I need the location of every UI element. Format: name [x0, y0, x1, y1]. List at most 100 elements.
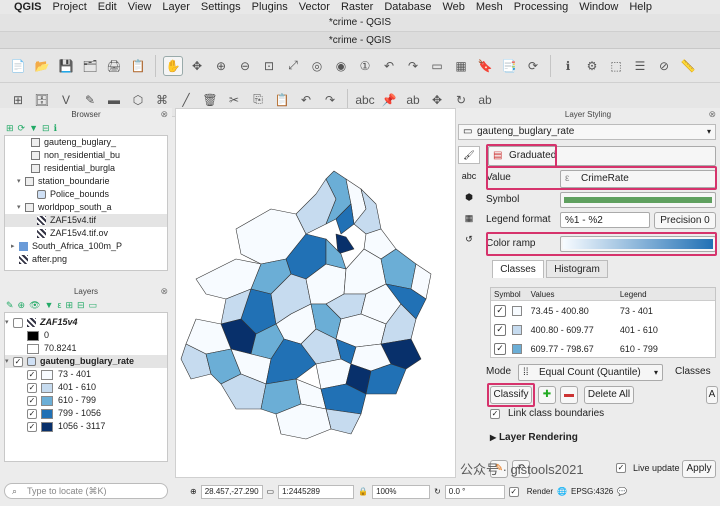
remove-class-icon[interactable]: ▬: [560, 386, 578, 404]
header-symbol[interactable]: Symbol: [491, 288, 531, 300]
add-vector-icon[interactable]: V: [56, 90, 76, 110]
header-legend[interactable]: Legend: [620, 288, 715, 300]
layer-selector[interactable]: ▭ gauteng_buglary_rate ▾: [458, 124, 716, 140]
expand-arrow-icon[interactable]: ▾: [17, 201, 25, 214]
advanced-button[interactable]: A: [706, 386, 718, 404]
zoom-last-icon[interactable]: ↶: [379, 56, 399, 76]
layer-rendering-row[interactable]: ▶ Layer Rendering: [490, 428, 578, 448]
3d-view-tab-icon[interactable]: ⬢: [458, 188, 480, 206]
label-rotate-icon[interactable]: ↻: [451, 90, 471, 110]
class-checkbox[interactable]: ✓: [27, 369, 37, 380]
refresh-icon[interactable]: ⟳: [18, 123, 26, 134]
legend-class-row[interactable]: ✓ 401 - 610: [5, 381, 167, 394]
add-group-icon[interactable]: ⊕: [18, 300, 26, 311]
browser-item[interactable]: ▾ worldpop_south_a: [5, 201, 167, 214]
menu-raster[interactable]: Raster: [341, 1, 380, 13]
header-values[interactable]: Values: [531, 288, 620, 300]
app-menu[interactable]: QGIS: [14, 1, 49, 13]
table-row[interactable]: ✓ 73.45 - 400.80 73 - 401: [491, 301, 715, 320]
menu-plugins[interactable]: Plugins: [252, 1, 295, 13]
save-project-icon[interactable]: 💾: [56, 56, 76, 76]
masks-tab-icon[interactable]: ▦: [458, 209, 480, 227]
zoom-native-icon[interactable]: ①: [355, 56, 375, 76]
browser-item[interactable]: Police_bounds: [5, 188, 167, 201]
menu-database[interactable]: Database: [384, 1, 438, 13]
class-checkbox[interactable]: ✓: [27, 395, 37, 406]
legend-class-row[interactable]: ✓ 1056 - 3117: [5, 420, 167, 433]
menu-settings[interactable]: Settings: [201, 1, 248, 13]
paste-icon[interactable]: 📋: [272, 90, 292, 110]
save-as-icon[interactable]: 🗂: [80, 56, 100, 76]
crs-icon[interactable]: 🌐: [557, 487, 567, 496]
add-layer-icon[interactable]: ⊞: [6, 123, 14, 134]
mode-combo[interactable]: ⁞⁞ Equal Count (Quantile) ▾: [518, 364, 663, 381]
redo-icon[interactable]: ↷: [320, 90, 340, 110]
print-layout-icon[interactable]: 🖨: [104, 56, 124, 76]
label-move-icon[interactable]: ✥: [427, 90, 447, 110]
new-map-view-icon[interactable]: ▭: [427, 56, 447, 76]
undo-icon[interactable]: ↶: [296, 90, 316, 110]
open-attribute-table-icon[interactable]: ☰: [630, 56, 650, 76]
zoom-in-icon[interactable]: ⊕: [211, 56, 231, 76]
zoom-next-icon[interactable]: ↷: [403, 56, 423, 76]
action-icon[interactable]: ⚙: [582, 56, 602, 76]
zoom-rubberband-icon[interactable]: ⊡: [259, 56, 279, 76]
browser-item[interactable]: non_residential_bu: [5, 149, 167, 162]
label-abc-icon[interactable]: abc: [355, 90, 375, 110]
table-row[interactable]: ✓ 400.80 - 609.77 401 - 610: [491, 320, 715, 339]
close-icon[interactable]: ⊗: [708, 108, 716, 121]
browser-item[interactable]: ZAF15v4.tif.ov: [5, 227, 167, 240]
layout-manager-icon[interactable]: 📋: [128, 56, 148, 76]
close-icon[interactable]: ⊗: [160, 285, 168, 298]
class-symbol-swatch[interactable]: [512, 324, 522, 335]
symbology-tab-icon[interactable]: 🖌: [458, 146, 480, 164]
filter-expression-icon[interactable]: ε: [57, 300, 61, 310]
vertex-tool-icon[interactable]: ╱: [176, 90, 196, 110]
map-canvas[interactable]: [175, 108, 456, 478]
menu-help[interactable]: Help: [629, 1, 659, 13]
class-visible-checkbox[interactable]: ✓: [494, 342, 506, 355]
edit-pencil-icon[interactable]: ✎: [80, 90, 100, 110]
identify-icon[interactable]: ℹ: [558, 56, 578, 76]
legend-format-input[interactable]: %1 - %2: [560, 212, 650, 228]
coordinate-field[interactable]: 28.457,-27.290: [200, 484, 263, 499]
refresh-icon[interactable]: ⟳: [523, 56, 543, 76]
values-cell[interactable]: 609.77 - 798.67: [531, 344, 620, 354]
legend-class-row[interactable]: ✓ 799 - 1056: [5, 407, 167, 420]
apply-button[interactable]: Apply: [682, 460, 716, 478]
zoom-selection-icon[interactable]: ◎: [307, 56, 327, 76]
expand-arrow-icon[interactable]: ▸: [11, 240, 19, 253]
collapse-all-icon[interactable]: ⊟: [77, 300, 85, 311]
browser-item[interactable]: residential_burgla: [5, 162, 167, 175]
history-tab-icon[interactable]: ↺: [458, 230, 480, 248]
render-checkbox[interactable]: ✓: [508, 486, 519, 497]
legend-class-row[interactable]: ✓ 73 - 401: [5, 368, 167, 381]
class-checkbox[interactable]: ✓: [27, 382, 37, 393]
cut-icon[interactable]: ✂: [224, 90, 244, 110]
values-cell[interactable]: 73.45 - 400.80: [531, 306, 620, 316]
messages-icon[interactable]: 💬: [617, 487, 627, 496]
copy-icon[interactable]: ⎘: [248, 90, 268, 110]
menu-vector[interactable]: Vector: [299, 1, 337, 13]
expand-all-icon[interactable]: ⊞: [65, 300, 73, 311]
deselect-icon[interactable]: ⊘: [654, 56, 674, 76]
rotation-field[interactable]: 0.0 °: [444, 484, 505, 499]
visibility-icon[interactable]: 👁: [29, 300, 40, 311]
pan-icon[interactable]: ✋: [163, 55, 183, 76]
browser-item[interactable]: gauteng_buglary_: [5, 136, 167, 149]
data-source-manager-icon[interactable]: ⊞: [8, 90, 28, 110]
scale-field[interactable]: 1:2445289: [278, 484, 355, 499]
class-visible-checkbox[interactable]: ✓: [494, 304, 506, 317]
bookmark-icon[interactable]: 🔖: [475, 56, 495, 76]
expand-arrow-icon[interactable]: ▾: [5, 316, 13, 329]
class-checkbox[interactable]: ✓: [27, 408, 37, 419]
new-3d-view-icon[interactable]: ▦: [451, 56, 471, 76]
layer-checkbox[interactable]: ✓: [13, 356, 23, 367]
properties-icon[interactable]: ℹ: [54, 123, 57, 134]
menu-view[interactable]: View: [128, 1, 159, 13]
live-update-checkbox[interactable]: ✓: [616, 463, 626, 473]
tab-histogram[interactable]: Histogram: [546, 260, 608, 278]
label-highlight-icon[interactable]: ab: [403, 90, 423, 110]
tab-classes[interactable]: Classes: [492, 260, 544, 278]
label-change-icon[interactable]: ab: [475, 90, 495, 110]
